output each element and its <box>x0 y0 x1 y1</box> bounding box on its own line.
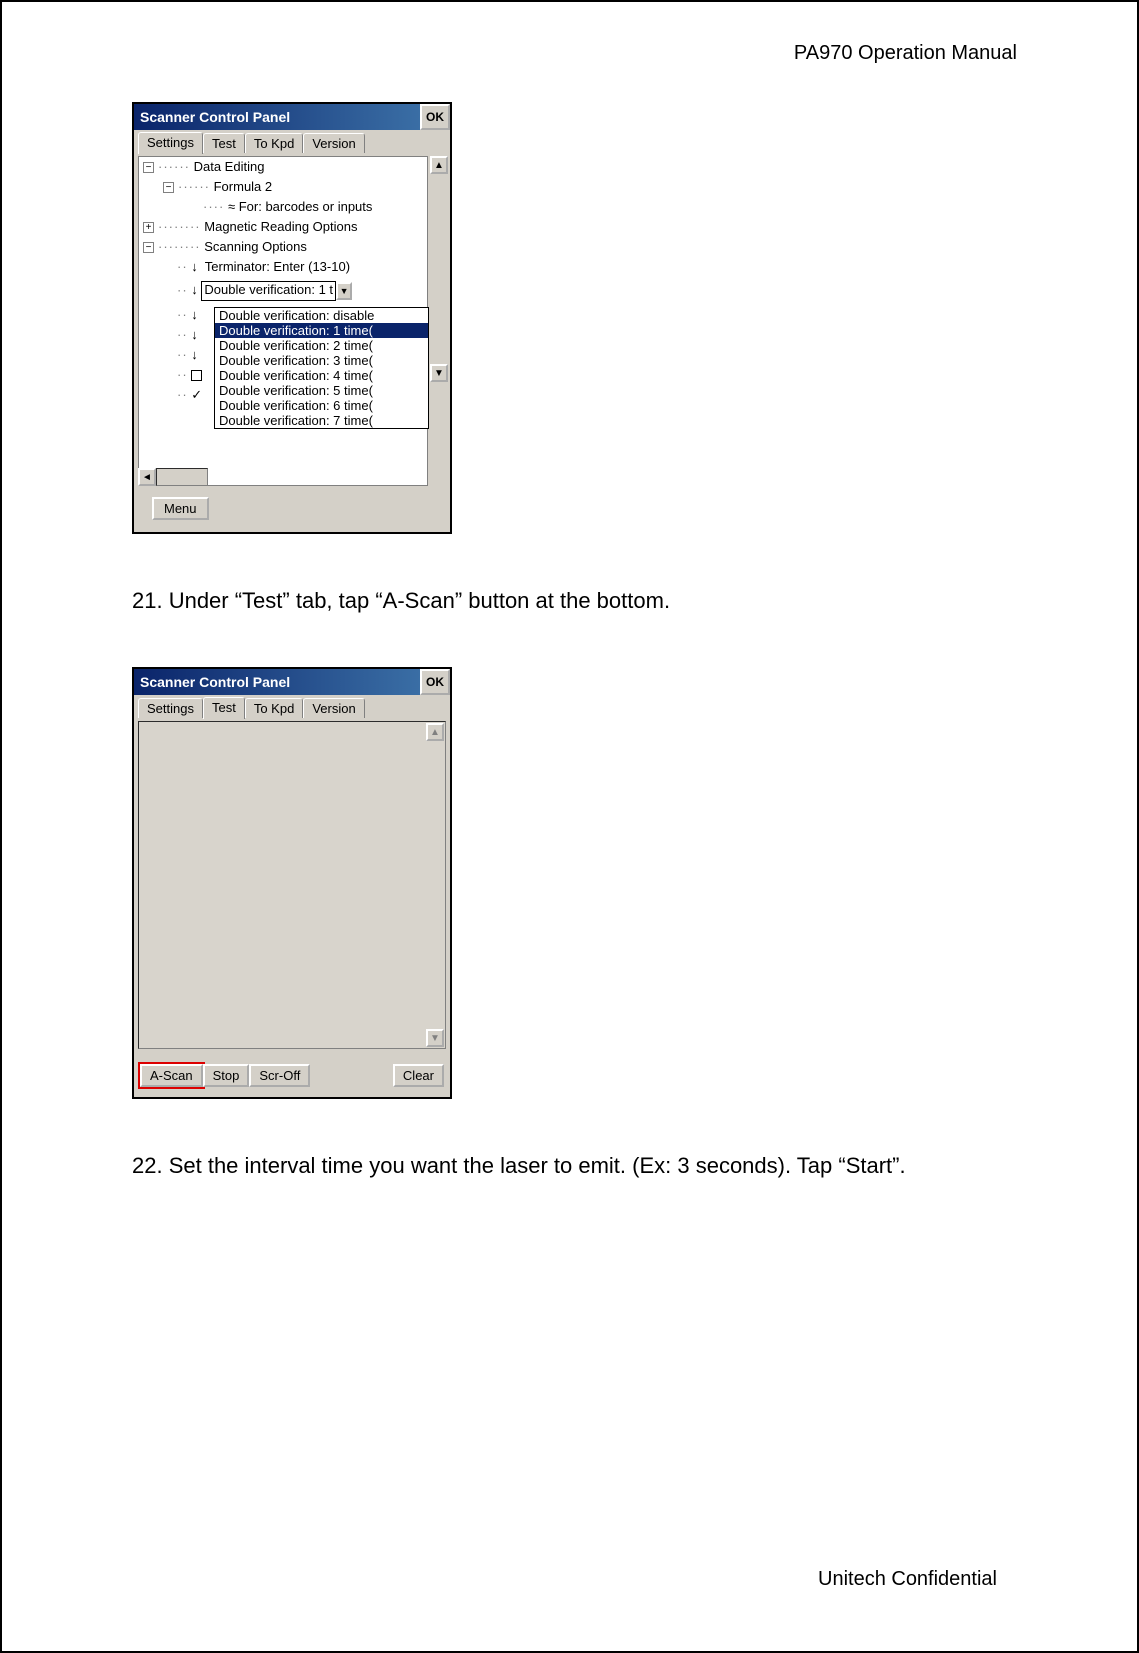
tab-tokpd[interactable]: To Kpd <box>245 698 303 718</box>
checkmark-icon <box>191 387 202 402</box>
scroll-track[interactable] <box>156 468 208 486</box>
tree-view[interactable]: −······ Data Editing −······ Formula 2 ·… <box>138 156 428 486</box>
dropdown-option[interactable]: Double verification: 5 time( <box>215 383 428 398</box>
down-arrow-icon <box>191 307 198 322</box>
tree-label: For: barcodes or inputs <box>239 199 373 214</box>
menu-button[interactable]: Menu <box>152 497 209 520</box>
tree-label: Scanning Options <box>204 239 307 254</box>
tree-label: Terminator: Enter (13-10) <box>205 259 350 274</box>
scroll-down-button[interactable]: ▼ <box>426 1029 444 1047</box>
tab-row: Settings Test To Kpd Version <box>134 130 450 154</box>
ok-button[interactable]: OK <box>420 104 450 130</box>
tab-row: Settings Test To Kpd Version <box>134 695 450 719</box>
titlebar: Scanner Control Panel OK <box>134 669 450 695</box>
page: PA970 Operation Manual Scanner Control P… <box>0 0 1139 1653</box>
ok-button[interactable]: OK <box>420 669 450 695</box>
ascan-button[interactable]: A-Scan <box>140 1064 203 1087</box>
step-22-text: 22. Set the interval time you want the l… <box>132 1149 1012 1182</box>
panel-body: ▲ ▼ A-Scan Stop Scr-Off Clear <box>134 719 450 1097</box>
verification-combo[interactable]: Double verification: 1 t <box>201 281 336 301</box>
tree-label: Formula 2 <box>214 179 273 194</box>
expander-minus-icon[interactable]: − <box>163 182 174 193</box>
scroll-down-button[interactable]: ▼ <box>430 364 448 382</box>
dropdown-option[interactable]: Double verification: disable <box>215 308 428 323</box>
dropdown-option[interactable]: Double verification: 3 time( <box>215 353 428 368</box>
dropdown-option[interactable]: Double verification: 6 time( <box>215 398 428 413</box>
dropdown-option-selected[interactable]: Double verification: 1 time( <box>215 323 428 338</box>
output-area[interactable] <box>138 721 446 1049</box>
tab-tokpd[interactable]: To Kpd <box>245 133 303 153</box>
button-row: A-Scan Stop Scr-Off Clear <box>140 1064 444 1087</box>
tab-test[interactable]: Test <box>203 697 245 719</box>
clear-button[interactable]: Clear <box>393 1064 444 1087</box>
horizontal-scrollbar[interactable]: ◄ <box>138 468 208 486</box>
down-arrow-icon <box>191 327 198 342</box>
verification-dropdown[interactable]: Double verification: disable Double veri… <box>214 307 429 429</box>
scroll-up-button[interactable]: ▲ <box>426 723 444 741</box>
screenshot-settings: Scanner Control Panel OK Settings Test T… <box>132 102 452 534</box>
tab-settings[interactable]: Settings <box>138 132 203 154</box>
expander-plus-icon[interactable]: + <box>143 222 154 233</box>
step-21-text: 21. Under “Test” tab, tap “A-Scan” butto… <box>132 584 1012 617</box>
tab-version[interactable]: Version <box>303 133 364 153</box>
window-title: Scanner Control Panel <box>134 104 420 130</box>
tab-test[interactable]: Test <box>203 133 245 153</box>
screenshot-test: Scanner Control Panel OK Settings Test T… <box>132 667 452 1099</box>
expander-minus-icon[interactable]: − <box>143 242 154 253</box>
tree-label: Magnetic Reading Options <box>204 219 357 234</box>
tree-label: Data Editing <box>194 159 265 174</box>
down-arrow-icon <box>191 347 198 362</box>
page-footer: Unitech Confidential <box>818 1568 997 1591</box>
content: Scanner Control Panel OK Settings Test T… <box>132 102 1012 1232</box>
dropdown-option[interactable]: Double verification: 2 time( <box>215 338 428 353</box>
tab-settings[interactable]: Settings <box>138 698 203 718</box>
checkbox-icon <box>191 370 202 381</box>
scroff-button[interactable]: Scr-Off <box>249 1064 310 1087</box>
panel-body: −······ Data Editing −······ Formula 2 ·… <box>134 154 450 532</box>
down-arrow-icon <box>191 282 198 297</box>
page-header: PA970 Operation Manual <box>794 42 1017 65</box>
tab-version[interactable]: Version <box>303 698 364 718</box>
dropdown-option[interactable]: Double verification: 4 time( <box>215 368 428 383</box>
titlebar: Scanner Control Panel OK <box>134 104 450 130</box>
expander-minus-icon[interactable]: − <box>143 162 154 173</box>
dropdown-option[interactable]: Double verification: 7 time( <box>215 413 428 428</box>
scroll-up-button[interactable]: ▲ <box>430 156 448 174</box>
scroll-left-button[interactable]: ◄ <box>138 468 156 486</box>
window-title: Scanner Control Panel <box>134 669 420 695</box>
dropdown-button[interactable]: ▼ <box>336 282 352 300</box>
approx-icon <box>228 199 235 214</box>
stop-button[interactable]: Stop <box>203 1064 250 1087</box>
down-arrow-icon <box>191 259 198 274</box>
